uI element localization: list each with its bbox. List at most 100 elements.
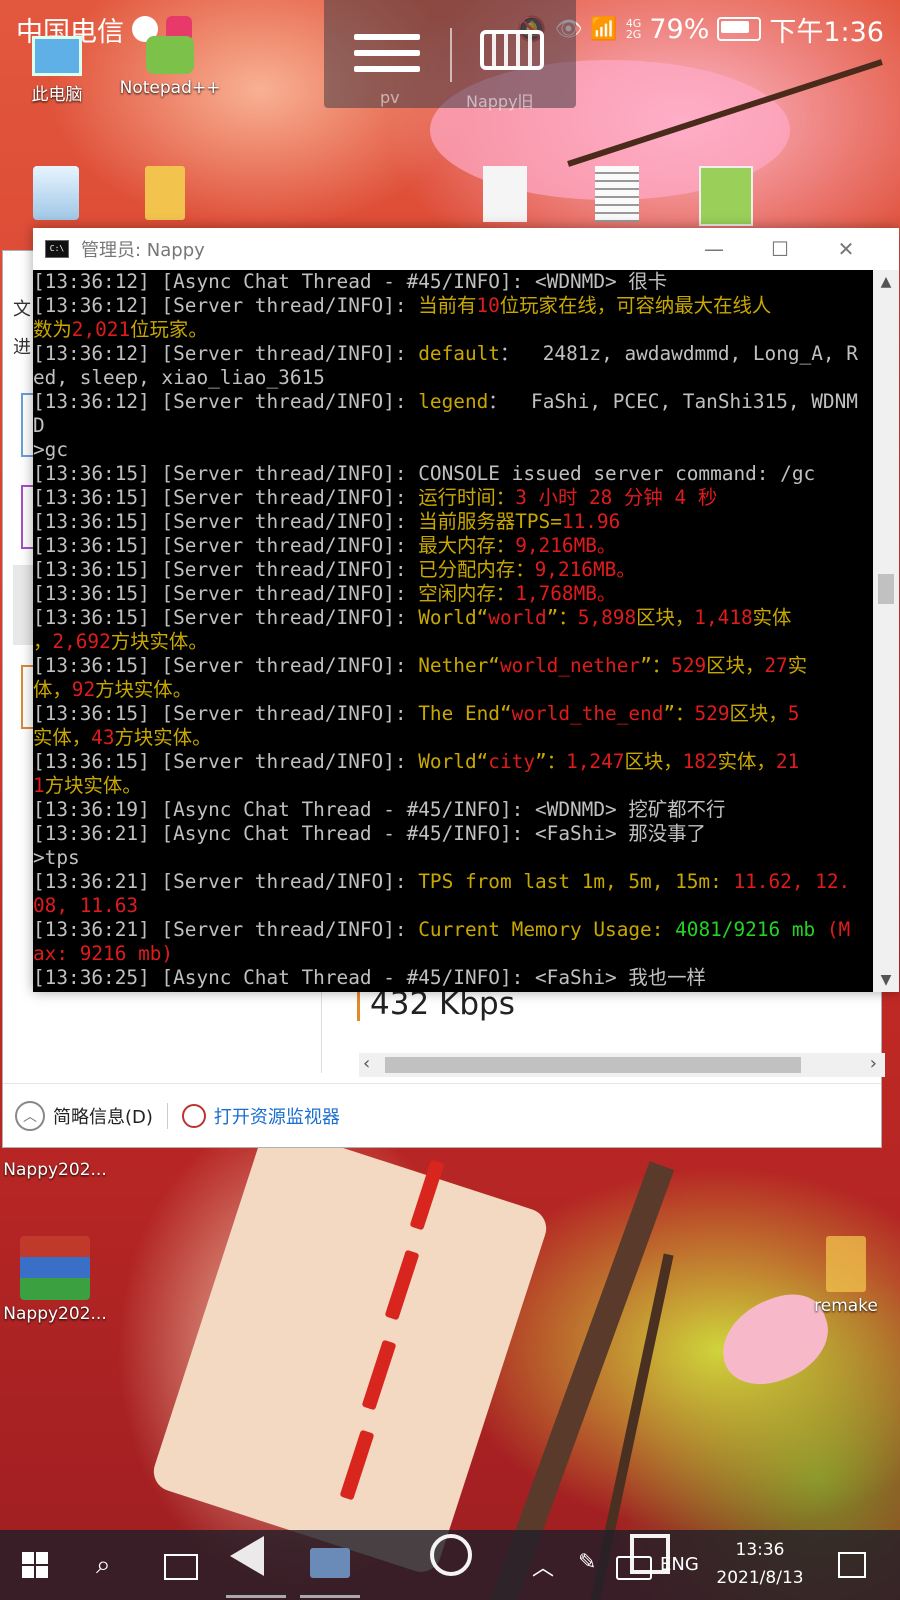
console-text-segment: 实体 [752, 606, 792, 629]
action-center-icon[interactable] [838, 1552, 866, 1578]
desktop-icon-recycle-bin[interactable] [26, 166, 86, 224]
vertical-scrollbar[interactable]: ▲ ▼ [873, 270, 899, 992]
desktop-icon-this-pc[interactable]: 此电脑 [22, 36, 92, 105]
pen-icon[interactable]: ✎ [578, 1550, 596, 1575]
keyboard-icon[interactable] [480, 30, 544, 70]
console-line: [13:36:12] [Server thread/INFO]: legend：… [33, 390, 873, 414]
status-time: 下午1:36 [769, 16, 884, 48]
menu-icon[interactable] [354, 34, 420, 74]
console-text-segment: 2,021 [71, 318, 131, 341]
collapse-chevron-icon[interactable]: ︿ [15, 1101, 45, 1131]
console-line: [13:36:21] [Async Chat Thread - #45/INFO… [33, 822, 873, 846]
desktop-icon-nappy-folder[interactable]: Nappy202... [0, 1160, 110, 1180]
console-text-segment: ： 2481z, awdawdmmd, Long_A, R [499, 342, 858, 365]
console-text-segment: 运行时间： [418, 486, 516, 509]
desktop-icon-notepadpp-file[interactable] [696, 166, 756, 230]
console-text-segment: 方块实体。 [114, 726, 212, 749]
console-text-segment: 当前有 [418, 294, 477, 317]
console-line: >tps [33, 846, 873, 870]
console-line: [13:36:15] [Server thread/INFO]: 最大内存：9,… [33, 534, 873, 558]
scrollbar-thumb[interactable] [385, 1057, 801, 1073]
close-button[interactable]: ✕ [813, 228, 879, 270]
chevron-up-icon[interactable]: ︿ [532, 1550, 554, 1582]
console-text-segment: 1,247 [566, 750, 625, 773]
console-text-segment: 数为 [33, 318, 72, 341]
desktop-icon-file-2[interactable] [592, 166, 642, 226]
console-text-segment: D [33, 414, 45, 437]
console-line: [13:36:15] [Server thread/INFO]: CONSOLE… [33, 462, 873, 486]
network-speed-value: 432 Kbps [357, 987, 515, 1021]
console-text-segment: 区块， [706, 654, 765, 677]
console-text-segment: [13:36:25] [Async Chat Thread - #45/INFO… [33, 966, 706, 989]
console-line: [13:36:21] [Server thread/INFO]: TPS fro… [33, 870, 873, 894]
taskbar-app-underline [226, 1595, 286, 1598]
console-text-segment: (M [815, 918, 851, 941]
console-text-segment: 11.62, 12. [733, 870, 851, 893]
console-text-segment: 实体， [33, 726, 92, 749]
console-line: 体，92方块实体。 [33, 678, 873, 702]
console-text-segment: 10 [476, 294, 500, 317]
battery-icon [717, 17, 762, 41]
console-text-segment: 27 [764, 654, 788, 677]
open-resource-monitor-link[interactable]: 打开资源监视器 [214, 1103, 340, 1129]
minimize-button[interactable]: — [681, 228, 747, 270]
scroll-right-icon[interactable]: › [870, 1053, 877, 1074]
console-line: ax: 9216 mb) [33, 942, 873, 966]
nav-recents-icon[interactable] [630, 1534, 670, 1574]
console-text-segment: 08, 11.63 [33, 894, 139, 917]
windows-start-icon[interactable] [22, 1552, 48, 1578]
scroll-down-icon[interactable]: ▼ [873, 972, 899, 988]
console-output[interactable]: [13:36:12] [Async Chat Thread - #45/INFO… [33, 270, 873, 992]
taskbar-app-icon[interactable] [310, 1548, 350, 1578]
winrar-archive-icon [20, 1236, 90, 1300]
console-text-segment: ： FaShi, PCEC, TanShi315, WDNM [488, 390, 858, 413]
console-text-segment: 21 [775, 750, 800, 773]
console-text-segment: 实体， [717, 750, 776, 773]
fewer-details-button[interactable]: 简略信息(D) [53, 1103, 153, 1129]
console-text-segment: ax: 9216 mb) [33, 942, 174, 965]
search-icon[interactable]: ⌕ [96, 1550, 111, 1581]
console-line: [13:36:15] [Server thread/INFO]: 运行时间：3 … [33, 486, 873, 510]
scroll-left-icon[interactable]: ‹ [363, 1053, 370, 1074]
desktop-icon-label: 此电脑 [31, 85, 83, 105]
console-text-segment: [13:36:12] [Server thread/INFO]: [33, 390, 419, 413]
console-titlebar[interactable]: C:\ 管理员: Nappy — ☐ ✕ [33, 228, 899, 270]
console-text-segment: 3 小时 28 分钟 4 秒 [515, 486, 718, 509]
desktop-icon-folder[interactable] [140, 166, 190, 224]
console-text-segment: The End“ [418, 702, 512, 725]
console-text-segment: 方块实体。 [44, 774, 142, 797]
console-text-segment: [13:36:19] [Async Chat Thread - #45/INFO… [33, 798, 726, 821]
sidebar-fragment: 进 [13, 337, 31, 358]
console-text-segment: 182 [682, 750, 718, 773]
desktop-icon-file-1[interactable] [480, 166, 530, 226]
notepadpp-file-icon [699, 166, 753, 226]
folder-icon [826, 1236, 866, 1292]
computer-icon [32, 36, 82, 76]
task-view-icon[interactable] [164, 1554, 198, 1580]
desktop-icon-nappy-archive[interactable]: Nappy202... [0, 1236, 110, 1324]
console-line: [13:36:25] [Async Chat Thread - #45/INFO… [33, 966, 873, 990]
nav-home-icon[interactable] [430, 1534, 472, 1576]
desktop-icon-notepadpp[interactable]: Notepad++ [110, 36, 230, 98]
toolbar-label-right: Nappy旧 [466, 92, 534, 111]
console-line: 实体，43方块实体。 [33, 726, 873, 750]
console-text-segment: 1 [33, 774, 45, 797]
maximize-button[interactable]: ☐ [747, 228, 813, 270]
console-text-segment: 区块， [624, 750, 683, 773]
console-text-segment: 方块实体。 [95, 678, 193, 701]
console-text-segment: 当前服务器TPS= [418, 510, 562, 533]
console-line: [13:36:12] [Server thread/INFO]: 当前有10位玩… [33, 294, 873, 318]
console-text-segment: >gc [33, 438, 69, 461]
console-line: 数为2,021位玩家。 [33, 318, 873, 342]
clock[interactable]: 13:36 2021/8/13 [712, 1536, 808, 1592]
scroll-up-icon[interactable]: ▲ [873, 274, 899, 290]
console-text-segment: 5,898 [577, 606, 637, 629]
footer-divider [166, 1103, 168, 1129]
folder-icon [145, 166, 185, 220]
scrollbar-thumb[interactable] [878, 574, 894, 604]
horizontal-scrollbar[interactable]: ‹ › [359, 1053, 885, 1077]
clock-date: 2021/8/13 [716, 1568, 804, 1588]
console-text-segment: [13:36:15] [Server thread/INFO]: [33, 654, 419, 677]
nav-back-icon[interactable] [230, 1536, 264, 1576]
desktop-icon-remake[interactable]: remake [806, 1236, 886, 1316]
